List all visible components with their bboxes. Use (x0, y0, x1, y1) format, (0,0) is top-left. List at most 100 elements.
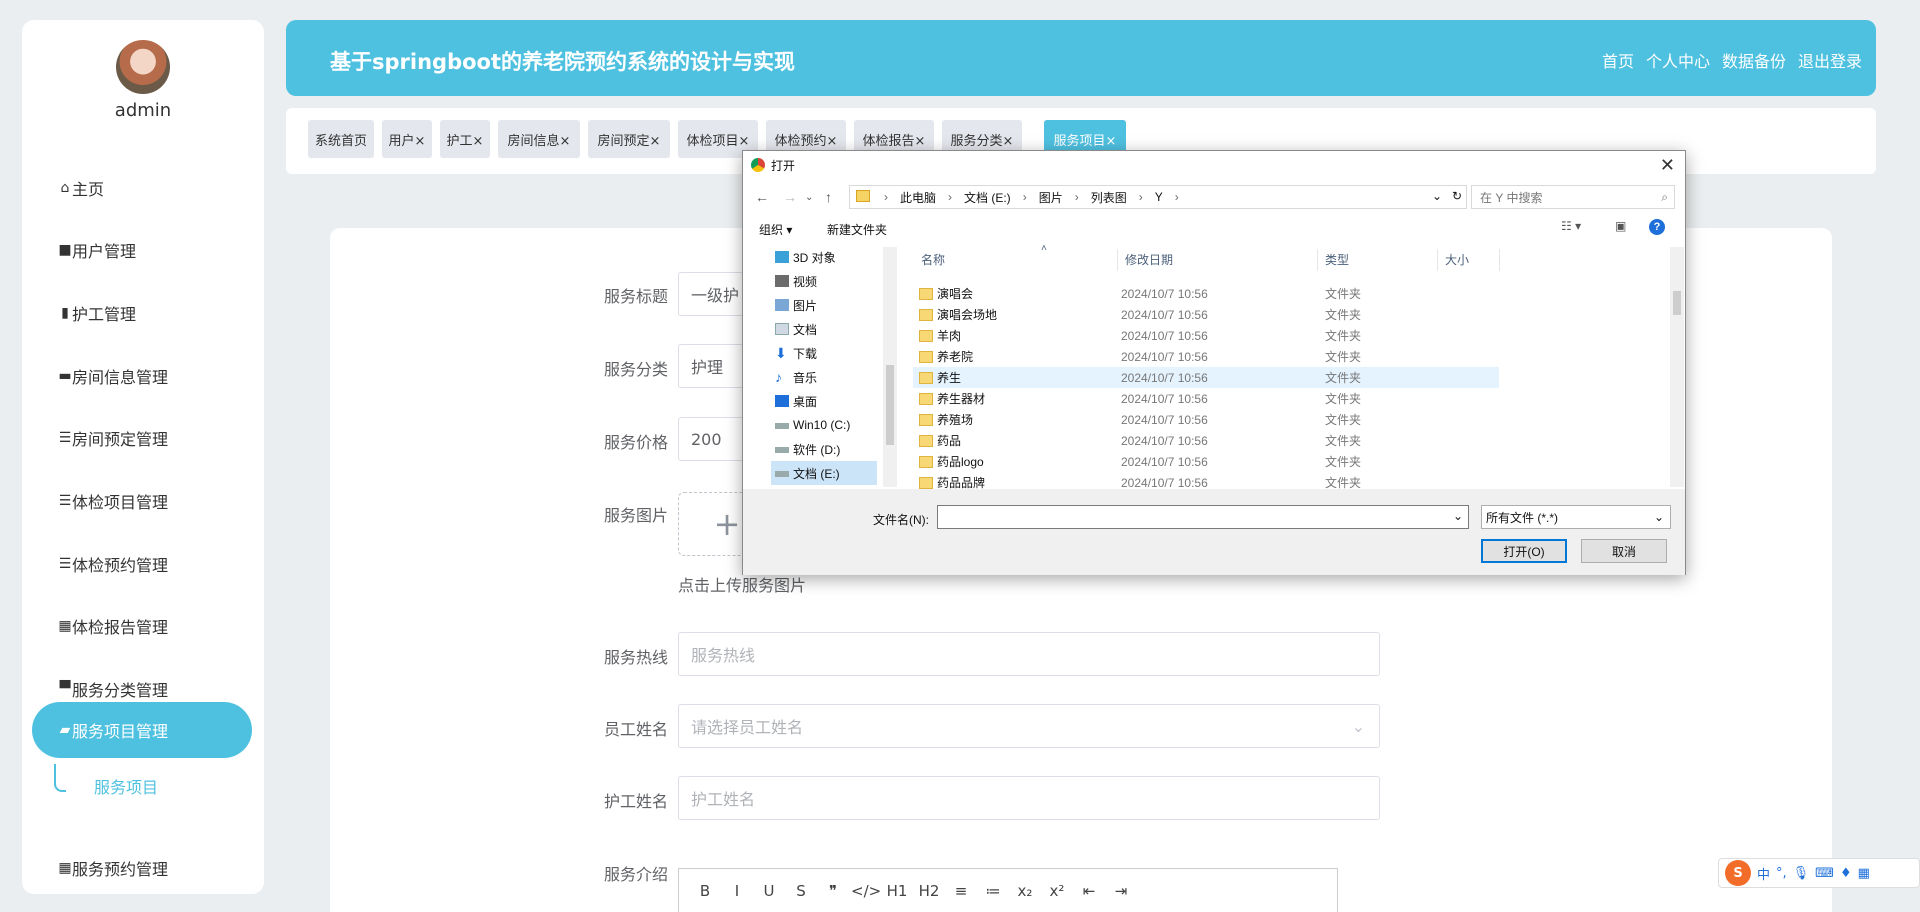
punctuation-icon[interactable]: °, (1776, 866, 1787, 881)
tab-nurse[interactable]: 护工× (440, 120, 490, 158)
bullet-list-button[interactable]: ≔ (979, 882, 1007, 900)
menu-nurse-management[interactable]: ▮ 护工管理 (32, 285, 252, 341)
nurse-name-input[interactable]: 护工姓名 (678, 776, 1380, 820)
menu-room-booking-management[interactable]: ☰ 房间预定管理 (32, 410, 252, 466)
up-icon[interactable]: ↑ (825, 189, 832, 205)
breadcrumb-y[interactable]: Y (1155, 190, 1163, 204)
nav-pictures[interactable]: 图片 (771, 293, 877, 317)
new-folder-button[interactable]: 新建文件夹 (827, 221, 887, 238)
file-row[interactable]: 药品logo 2024/10/7 10:56 文件夹 (913, 451, 1499, 472)
breadcrumb-pictures[interactable]: 图片 (1039, 189, 1063, 206)
folder-icon (919, 308, 933, 321)
tab-user[interactable]: 用户× (382, 120, 432, 158)
view-options-icon[interactable]: ☷ ▾ (1561, 219, 1581, 233)
microphone-icon[interactable]: 🎙 (1793, 866, 1810, 881)
chevron-down-icon[interactable]: ⌄ (1432, 189, 1442, 203)
file-list-scrollbar[interactable] (1670, 247, 1684, 487)
nav-drive-c[interactable]: Win10 (C:) (771, 413, 877, 437)
subscript-button[interactable]: x₂ (1011, 882, 1039, 900)
nav-backup[interactable]: 数据备份 (1722, 48, 1786, 72)
file-row-hovered[interactable]: 养生 2024/10/7 10:56 文件夹 (913, 367, 1499, 388)
service-hotline-input[interactable]: 服务热线 (678, 632, 1380, 676)
ime-mode-label[interactable]: 中 (1757, 864, 1770, 883)
breadcrumb-this-pc[interactable]: 此电脑 (900, 189, 936, 206)
menu-user-management[interactable]: ■ 用户管理 (32, 222, 252, 278)
back-icon[interactable]: ← (755, 189, 769, 205)
superscript-button[interactable]: x² (1043, 882, 1071, 900)
submenu-service-item[interactable]: 服务项目 (94, 774, 158, 798)
organize-button[interactable]: 组织 ▾ (759, 221, 792, 238)
menu-checkup-item-management[interactable]: ☰ 体检项目管理 (32, 473, 252, 529)
open-button[interactable]: 打开(O) (1481, 539, 1567, 563)
underline-button[interactable]: U (755, 882, 783, 900)
nav-profile[interactable]: 个人中心 (1646, 48, 1710, 72)
italic-button[interactable]: I (723, 882, 751, 900)
nav-drive-e[interactable]: 文档 (E:) (771, 461, 877, 485)
indent-button[interactable]: ⇥ (1107, 882, 1135, 900)
menu-room-info-management[interactable]: ▬ 房间信息管理 (32, 348, 252, 404)
file-row[interactable]: 羊肉 2024/10/7 10:56 文件夹 (913, 325, 1499, 346)
menu-service-item-management[interactable]: ▰ 服务项目管理 (32, 702, 252, 758)
close-icon[interactable]: ✕ (1660, 155, 1675, 176)
tab-room-info[interactable]: 房间信息× (498, 120, 580, 158)
filename-input[interactable] (937, 505, 1469, 529)
preview-pane-icon[interactable]: ▣ (1615, 219, 1626, 233)
menu-service-appointment-management[interactable]: ▦ 服务预约管理 (32, 840, 252, 896)
breadcrumb-drive-e[interactable]: 文档 (E:) (964, 189, 1011, 206)
menu-home[interactable]: ⌂ 主页 (32, 160, 252, 216)
staff-name-select[interactable]: 请选择员工姓名 ⌄ (678, 704, 1380, 748)
sogou-logo-icon[interactable]: S (1725, 860, 1751, 886)
column-size[interactable]: 大小 (1445, 251, 1469, 268)
file-row[interactable]: 药品 2024/10/7 10:56 文件夹 (913, 430, 1499, 451)
grid-icon: ▦ (58, 618, 72, 634)
folder-icon (919, 287, 933, 300)
h1-button[interactable]: H1 (883, 882, 911, 900)
nav-downloads[interactable]: ⬇ 下载 (771, 341, 877, 365)
ordered-list-button[interactable]: ≡ (947, 882, 975, 900)
tab-room-booking[interactable]: 房间预定× (588, 120, 670, 158)
file-list-scrollbar-thumb[interactable] (1673, 291, 1681, 315)
service-image-label: 服务图片 (603, 506, 668, 525)
column-type[interactable]: 类型 (1325, 251, 1349, 268)
avatar[interactable] (116, 40, 170, 94)
nav-scrollbar-thumb[interactable] (886, 365, 894, 445)
file-row[interactable]: 养老院 2024/10/7 10:56 文件夹 (913, 346, 1499, 367)
nav-desktop[interactable]: 桌面 (771, 389, 877, 413)
skin-icon[interactable]: ♦ (1840, 866, 1852, 881)
keyboard-icon[interactable]: ⌨ (1815, 866, 1834, 881)
address-bar[interactable]: › 此电脑 › 文档 (E:) › 图片 › 列表图 › Y › ⌄ ↻ (849, 185, 1467, 209)
cancel-button[interactable]: 取消 (1581, 539, 1667, 563)
column-name[interactable]: 名称 (921, 251, 945, 268)
recent-dropdown-icon[interactable]: ⌄ (805, 192, 813, 203)
nav-drive-d[interactable]: 软件 (D:) (771, 437, 877, 461)
menu-checkup-appointment-management[interactable]: ☰ 体检预约管理 (32, 536, 252, 592)
nav-music[interactable]: ♪ 音乐 (771, 365, 877, 389)
filetype-select[interactable]: 所有文件 (*.*) ⌄ (1481, 505, 1671, 529)
file-row[interactable]: 养殖场 2024/10/7 10:56 文件夹 (913, 409, 1499, 430)
chevron-down-icon[interactable]: ⌄ (1453, 509, 1463, 523)
search-input[interactable]: 在 Y 中搜索 ⌕ (1471, 185, 1675, 209)
nav-3d-objects[interactable]: 3D 对象 (771, 245, 877, 269)
strike-button[interactable]: S (787, 882, 815, 900)
forward-icon[interactable]: → (783, 189, 797, 205)
nav-logout[interactable]: 退出登录 (1798, 48, 1862, 72)
help-icon[interactable]: ? (1649, 219, 1665, 235)
bold-button[interactable]: B (691, 882, 719, 900)
breadcrumb-list-images[interactable]: 列表图 (1091, 189, 1127, 206)
file-row[interactable]: 演唱会场地 2024/10/7 10:56 文件夹 (913, 304, 1499, 325)
column-date[interactable]: 修改日期 (1125, 251, 1173, 268)
menu-checkup-report-management[interactable]: ▦ 体检报告管理 (32, 598, 252, 654)
code-button[interactable]: </> (851, 882, 881, 900)
file-row[interactable]: 养生器材 2024/10/7 10:56 文件夹 (913, 388, 1499, 409)
nav-videos[interactable]: 视频 (771, 269, 877, 293)
h2-button[interactable]: H2 (915, 882, 943, 900)
outdent-button[interactable]: ⇤ (1075, 882, 1103, 900)
nav-home[interactable]: 首页 (1602, 48, 1634, 72)
file-row[interactable]: 演唱会 2024/10/7 10:56 文件夹 (913, 283, 1499, 304)
quote-button[interactable]: ❞ (819, 882, 847, 900)
ime-toolbar[interactable]: S 中 °, 🎙 ⌨ ♦ ▦ (1718, 858, 1920, 888)
nav-documents[interactable]: 文档 (771, 317, 877, 341)
refresh-icon[interactable]: ↻ (1452, 189, 1462, 203)
toolbox-icon[interactable]: ▦ (1858, 866, 1870, 881)
tab-home[interactable]: 系统首页 (308, 120, 374, 158)
